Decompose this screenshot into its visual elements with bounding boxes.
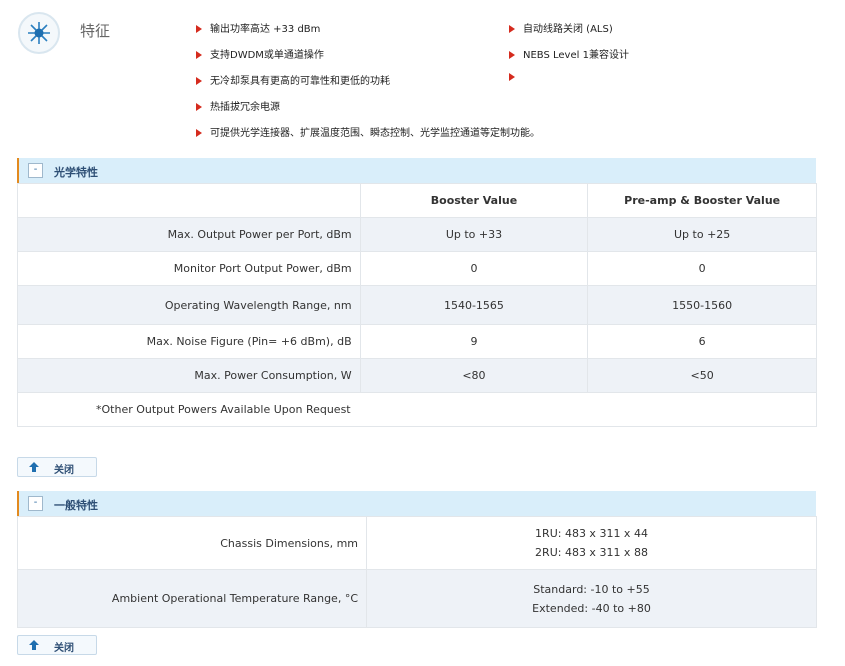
- feature-bullet: NEBS Level 1兼容设计: [509, 46, 629, 61]
- optical-section-header[interactable]: - 光学特性: [17, 158, 816, 183]
- preamp-value: Up to +25: [587, 217, 817, 252]
- feature-bullet: [509, 72, 523, 83]
- close-label: 关闭: [54, 465, 74, 476]
- features-title: 特征: [80, 22, 111, 40]
- optical-specs-table: Booster Value Pre-amp & Booster Value Ma…: [17, 183, 817, 427]
- table-note: *Other Output Powers Available Upon Requ…: [17, 392, 817, 427]
- bullet-arrow-icon: [509, 73, 515, 81]
- bullet-arrow-icon: [196, 25, 202, 33]
- row-label: Monitor Port Output Power, dBm: [17, 251, 361, 286]
- table-row: Operating Wavelength Range, nm 1540-1565…: [17, 285, 817, 325]
- general-specs-table: Chassis Dimensions, mm 1RU: 483 x 311 x …: [17, 516, 817, 628]
- booster-value: 0: [359, 251, 589, 286]
- general-section-header[interactable]: - 一般特性: [17, 491, 816, 516]
- feature-bullet: 无冷却泵具有更高的可靠性和更低的功耗: [196, 72, 390, 87]
- section-title: 光学特性: [54, 166, 98, 179]
- preamp-value: 6: [587, 324, 817, 359]
- booster-value: <80: [359, 358, 589, 393]
- bullet-arrow-icon: [196, 129, 202, 137]
- feature-bullet: 热插拔冗余电源: [196, 98, 280, 113]
- collapse-button[interactable]: -: [28, 496, 43, 511]
- table-row: Max. Output Power per Port, dBm Up to +3…: [17, 217, 817, 252]
- table-row: Chassis Dimensions, mm 1RU: 483 x 311 x …: [17, 516, 817, 570]
- bullet-arrow-icon: [509, 25, 515, 33]
- value-line: 1RU: 483 x 311 x 44: [535, 527, 648, 540]
- table-row: Max. Power Consumption, W <80 <50: [17, 358, 817, 393]
- row-label: Max. Power Consumption, W: [17, 358, 361, 393]
- booster-value: Up to +33: [359, 217, 589, 252]
- feature-bullet: 支持DWDM或单通道操作: [196, 46, 324, 61]
- preamp-value: 0: [587, 251, 817, 286]
- value-line: 2RU: 483 x 311 x 88: [535, 546, 648, 559]
- column-header: Pre-amp & Booster Value: [587, 183, 817, 218]
- close-label: 关闭: [54, 643, 74, 654]
- feature-bullet: 自动线路关闭 (ALS): [509, 20, 613, 35]
- collapse-button[interactable]: -: [28, 163, 43, 178]
- arrow-up-icon: [29, 462, 39, 472]
- value-line: Standard: -10 to +55: [533, 582, 650, 596]
- feature-bullet: 输出功率高达 +33 dBm: [196, 20, 320, 35]
- booster-value: 9: [359, 324, 589, 359]
- value-line: Extended: -40 to +80: [532, 601, 651, 615]
- booster-value: 1540-1565: [359, 285, 589, 325]
- laser-icon: [18, 12, 60, 54]
- row-label: Max. Noise Figure (Pin= +6 dBm), dB: [17, 324, 361, 359]
- row-label: Max. Output Power per Port, dBm: [17, 217, 361, 252]
- bullet-arrow-icon: [196, 103, 202, 111]
- row-label: Chassis Dimensions, mm: [17, 516, 367, 570]
- table-row: Monitor Port Output Power, dBm 0 0: [17, 251, 817, 286]
- row-value: 1RU: 483 x 311 x 44 2RU: 483 x 311 x 88: [366, 516, 817, 570]
- table-row: Max. Noise Figure (Pin= +6 dBm), dB 9 6: [17, 324, 817, 359]
- table-row: Ambient Operational Temperature Range, °…: [17, 569, 817, 628]
- close-optical-button[interactable]: 关闭: [17, 457, 97, 477]
- column-header: [17, 183, 361, 218]
- preamp-value: 1550-1560: [587, 285, 817, 325]
- row-value: Standard: -10 to +55 Extended: -40 to +8…: [366, 569, 817, 628]
- bullet-arrow-icon: [196, 77, 202, 85]
- column-header: Booster Value: [359, 183, 589, 218]
- table-note-row: *Other Output Powers Available Upon Requ…: [17, 392, 817, 427]
- section-title: 一般特性: [54, 499, 98, 512]
- bullet-arrow-icon: [196, 51, 202, 59]
- arrow-up-icon: [29, 640, 39, 650]
- row-label: Ambient Operational Temperature Range, °…: [17, 569, 367, 628]
- preamp-value: <50: [587, 358, 817, 393]
- row-label: Operating Wavelength Range, nm: [17, 285, 361, 325]
- feature-bullet: 可提供光学连接器、扩展温度范围、瞬态控制、光学监控通道等定制功能。: [196, 124, 540, 139]
- close-general-button[interactable]: 关闭: [17, 635, 97, 655]
- bullet-arrow-icon: [509, 51, 515, 59]
